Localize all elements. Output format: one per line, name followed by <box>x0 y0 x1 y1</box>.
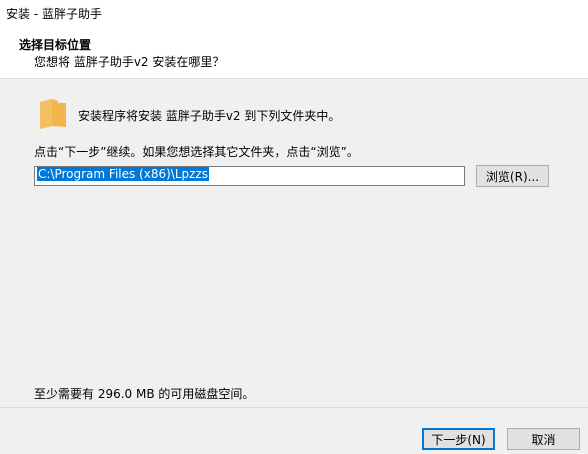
install-path-input[interactable]: C:\Program Files (x86)\Lpzzs <box>34 166 465 186</box>
folder-icon <box>40 99 66 129</box>
page-title: 选择目标位置 <box>19 38 92 52</box>
page-subtitle: 您想将 蓝胖子助手v2 安装在哪里？ <box>34 55 225 69</box>
instruction-text: 点击“下一步”继续。如果您想选择其它文件夹，点击“浏览”。 <box>34 145 359 159</box>
window-title: 安装 - 蓝胖子助手 <box>6 7 102 21</box>
content-area: 安装程序将安装 蓝胖子助手v2 到下列文件夹中。 点击“下一步”继续。如果您想选… <box>0 79 588 407</box>
disk-space-text: 至少需要有 296.0 MB 的可用磁盘空间。 <box>34 387 255 401</box>
cancel-button[interactable]: 取消 <box>507 428 580 450</box>
footer-bar: 下一步(N) 取消 <box>0 407 588 454</box>
install-location-text: 安装程序将安装 蓝胖子助手v2 到下列文件夹中。 <box>78 109 341 123</box>
install-path-value: C:\Program Files (x86)\Lpzzs <box>37 167 209 181</box>
title-bar: 安装 - 蓝胖子助手 <box>0 0 588 26</box>
page-header: 选择目标位置 您想将 蓝胖子助手v2 安装在哪里？ <box>0 26 588 79</box>
browse-button[interactable]: 浏览(R)... <box>476 165 549 187</box>
next-button[interactable]: 下一步(N) <box>422 428 495 450</box>
